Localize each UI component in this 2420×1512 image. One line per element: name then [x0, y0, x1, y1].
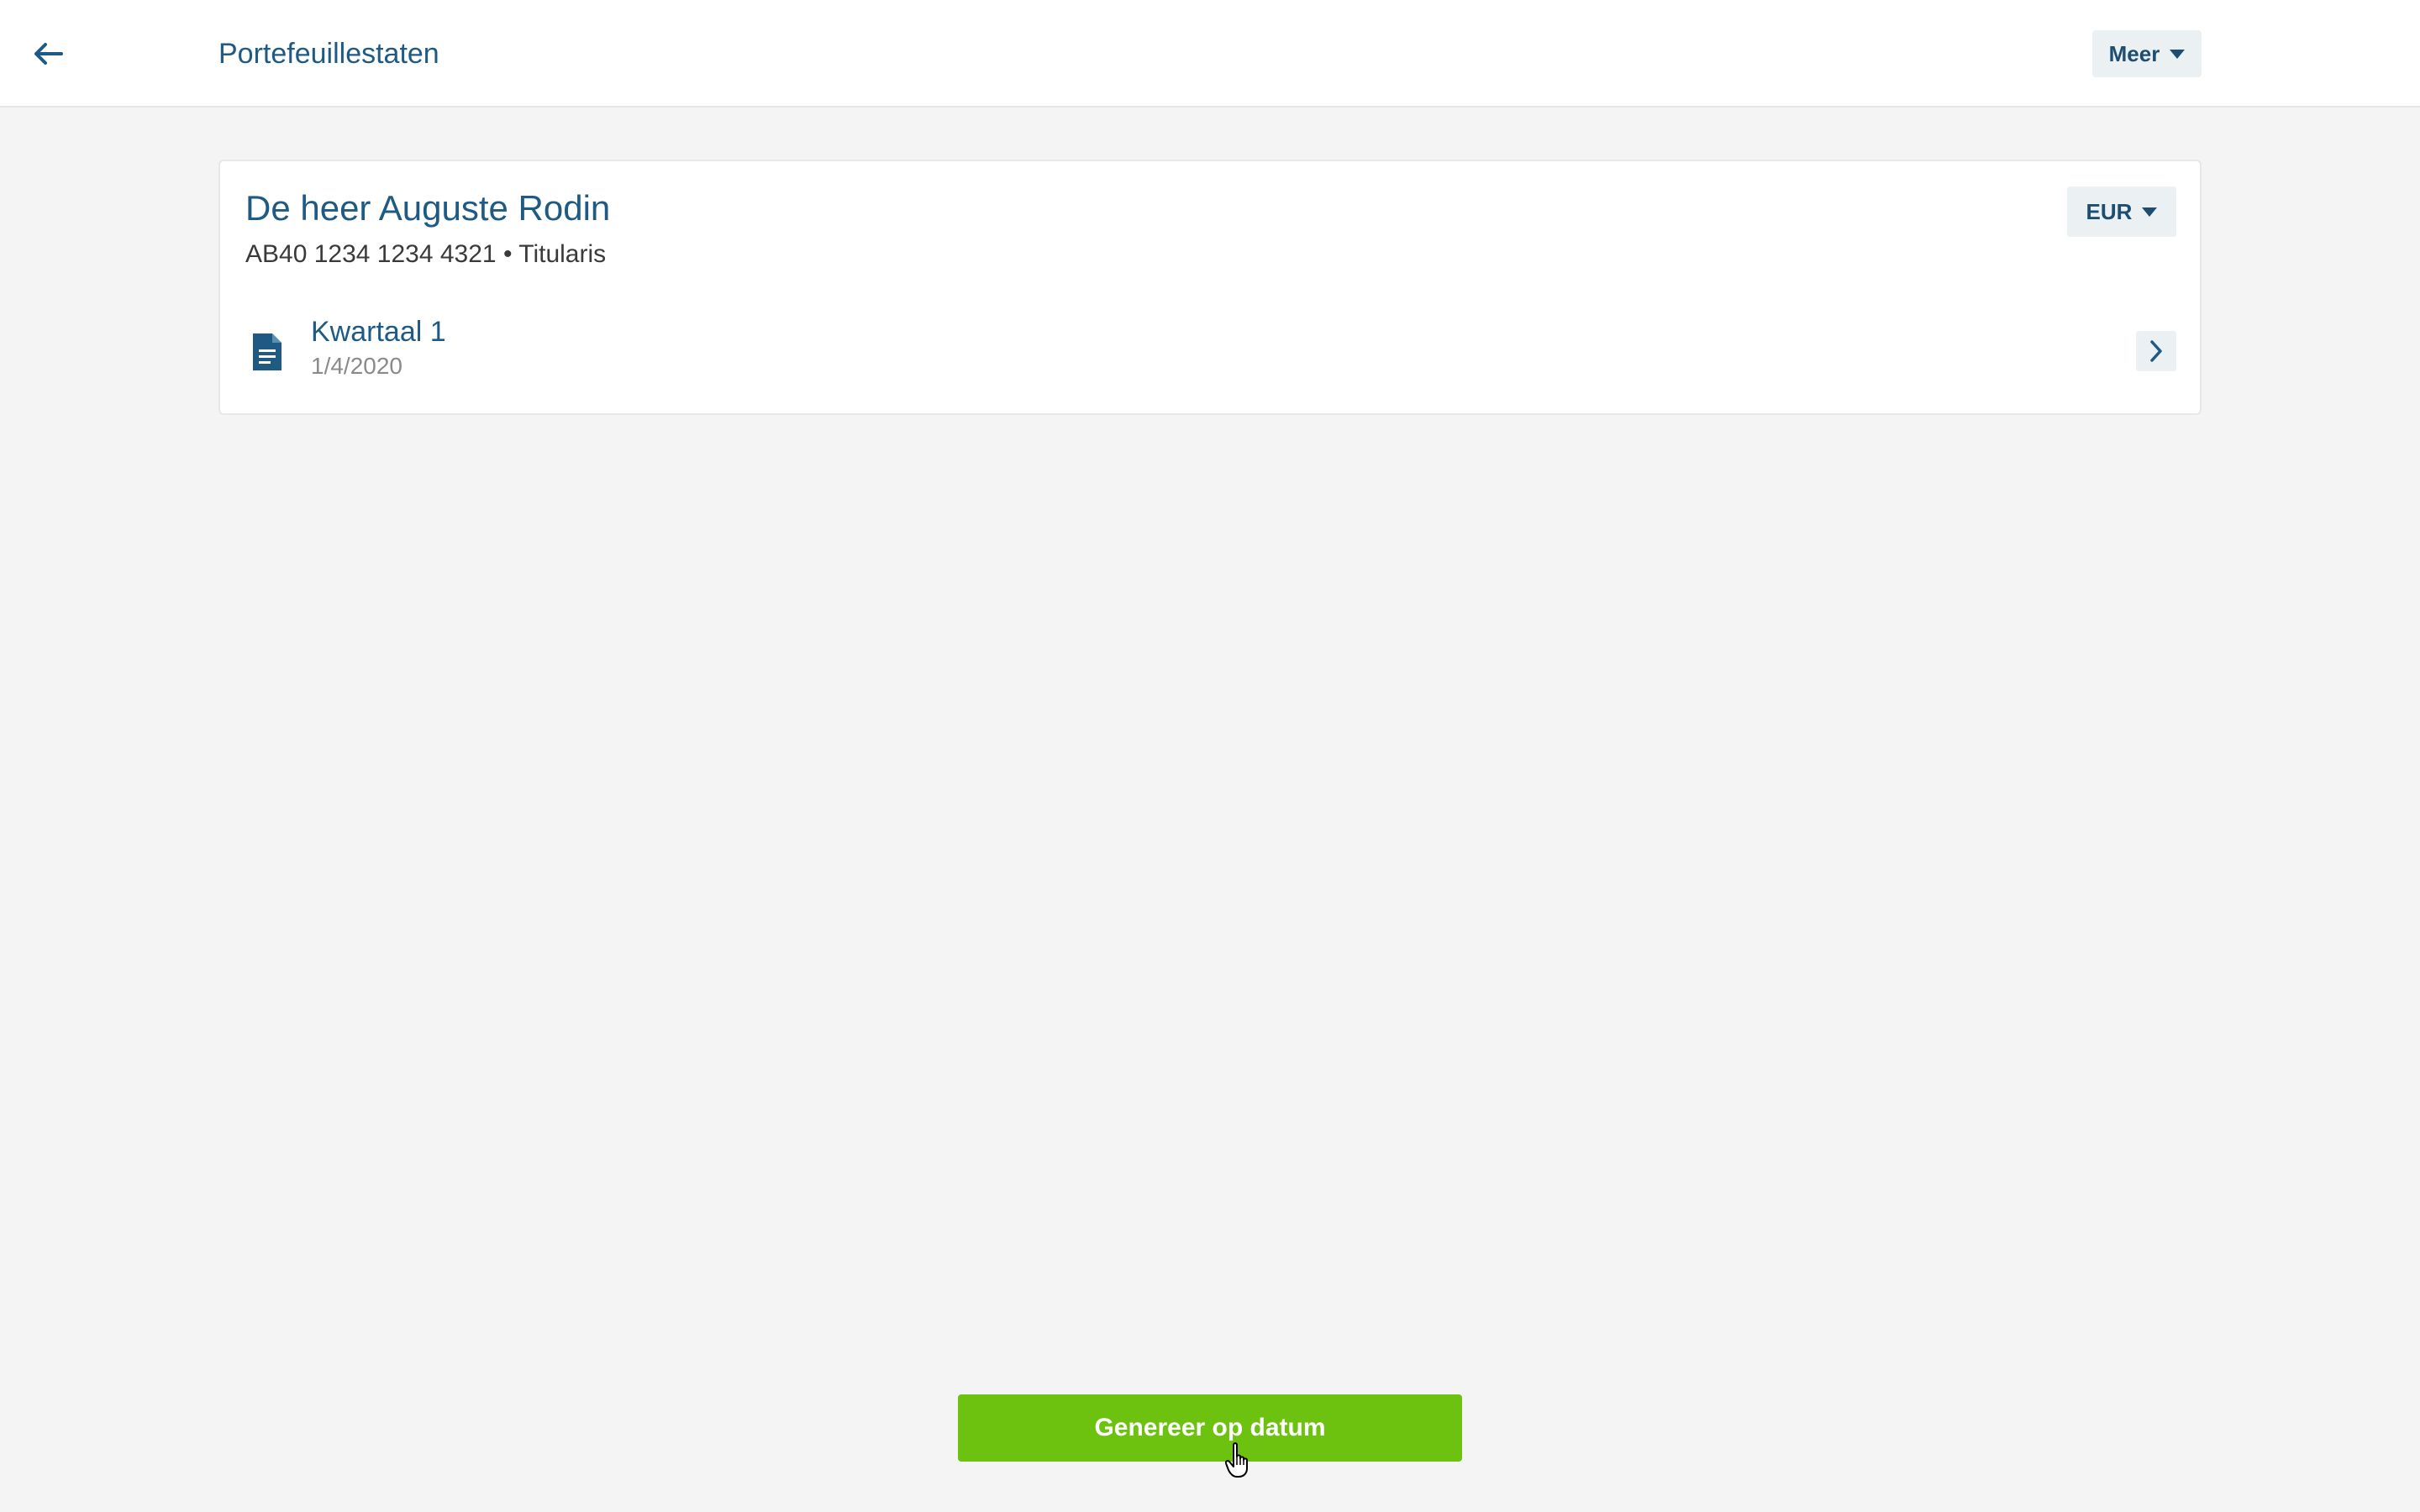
document-icon [253, 333, 281, 370]
arrow-left-icon [34, 43, 63, 65]
portfolio-card: De heer Auguste Rodin AB40 1234 1234 432… [218, 160, 2202, 415]
account-info: AB40 1234 1234 4321 • Titularis [245, 240, 607, 268]
generate-on-date-button[interactable]: Genereer op datum [958, 1394, 1462, 1462]
page-title: Portefeuillestaten [218, 38, 439, 70]
statement-date: 1/4/2020 [311, 353, 402, 379]
top-bar: Portefeuillestaten Meer [0, 0, 2420, 108]
back-button[interactable] [25, 30, 72, 77]
statement-list-item[interactable]: Kwartaal 1 1/4/2020 [220, 312, 2200, 405]
more-dropdown-button[interactable]: Meer [2092, 30, 2202, 77]
chevron-right-icon [2150, 340, 2162, 362]
caret-down-icon [2142, 207, 2158, 217]
client-name: De heer Auguste Rodin [245, 188, 611, 228]
currency-dropdown-button[interactable]: EUR [2067, 186, 2176, 237]
statement-title: Kwartaal 1 [311, 316, 446, 348]
caret-down-icon [2170, 49, 2186, 59]
currency-label: EUR [2086, 198, 2133, 224]
more-button-label: Meer [2108, 40, 2160, 66]
open-statement-button[interactable] [2136, 331, 2176, 371]
